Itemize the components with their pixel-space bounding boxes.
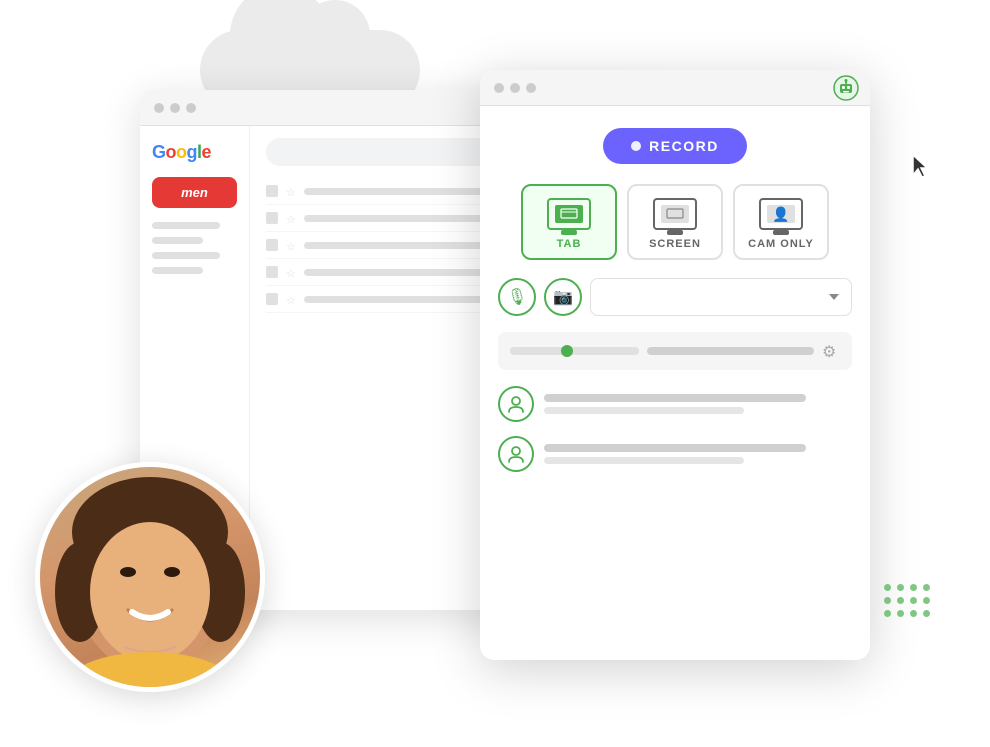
window-dot-1 bbox=[154, 103, 164, 113]
av-controls-row: 🎙 📷 bbox=[498, 278, 852, 316]
screen-screen bbox=[661, 205, 689, 223]
user-info-1 bbox=[544, 394, 852, 414]
progress-indicator bbox=[561, 345, 573, 357]
user-row-2 bbox=[498, 436, 852, 472]
dec-dot-8 bbox=[923, 597, 930, 604]
record-button-wrap: RECORD bbox=[498, 128, 852, 164]
user-detail-line-1 bbox=[544, 407, 744, 414]
email-star: ☆ bbox=[286, 267, 296, 277]
email-star: ☆ bbox=[286, 240, 296, 250]
robot-svg bbox=[832, 74, 860, 102]
mode-buttons-row: TAB SCREEN bbox=[498, 184, 852, 260]
popup-body: RECORD TAB bbox=[480, 106, 870, 488]
user-avatar-2 bbox=[498, 436, 534, 472]
window-dot-fg-2 bbox=[510, 83, 520, 93]
record-dot bbox=[631, 141, 641, 151]
progress-bar bbox=[510, 347, 639, 355]
dec-dot-11 bbox=[910, 610, 917, 617]
email-checkbox bbox=[266, 185, 278, 197]
cam-icon: 📷 bbox=[553, 287, 573, 307]
user-avatar-svg-2 bbox=[506, 444, 526, 464]
portrait-svg bbox=[40, 462, 260, 692]
extension-popup-browser: RECORD TAB bbox=[480, 70, 870, 660]
cam-mode-label: CAM ONLY bbox=[748, 238, 814, 250]
window-dot-fg-1 bbox=[494, 83, 504, 93]
user-row-1 bbox=[498, 386, 852, 422]
dec-dot-9 bbox=[884, 610, 891, 617]
robot-icon bbox=[832, 74, 860, 107]
compose-button[interactable]: men bbox=[152, 177, 237, 208]
dec-dot-3 bbox=[910, 584, 917, 591]
cursor-svg bbox=[913, 155, 933, 179]
user-avatar-svg-1 bbox=[506, 394, 526, 414]
dots-decoration bbox=[884, 584, 930, 617]
scene: Google men ☆ ☆ bbox=[0, 0, 990, 747]
screen-mode-label: SCREEN bbox=[649, 238, 701, 250]
email-checkbox bbox=[266, 266, 278, 278]
chevron-down-icon bbox=[829, 294, 839, 300]
progress-bar-2 bbox=[647, 347, 814, 355]
dec-dot-12 bbox=[923, 610, 930, 617]
sidebar-nav-line-2 bbox=[152, 237, 203, 244]
user-detail-line-2 bbox=[544, 457, 744, 464]
tab-screen bbox=[555, 205, 583, 223]
mode-screen-button[interactable]: SCREEN bbox=[627, 184, 723, 260]
dec-dot-7 bbox=[910, 597, 917, 604]
email-checkbox bbox=[266, 293, 278, 305]
progress-row: ⚙ bbox=[498, 332, 852, 370]
email-checkbox bbox=[266, 239, 278, 251]
email-checkbox bbox=[266, 212, 278, 224]
mode-tab-button[interactable]: TAB bbox=[521, 184, 617, 260]
tab-monitor-icon bbox=[547, 198, 591, 230]
email-star: ☆ bbox=[286, 213, 296, 223]
cam-screen: 👤 bbox=[767, 205, 795, 223]
tab-mode-label: TAB bbox=[557, 238, 582, 250]
dec-dot-1 bbox=[884, 584, 891, 591]
cam-monitor-icon: 👤 bbox=[759, 198, 803, 230]
user-list bbox=[498, 386, 852, 472]
google-logo: Google bbox=[152, 142, 237, 163]
portrait-image bbox=[40, 467, 260, 687]
window-dot-3 bbox=[186, 103, 196, 113]
window-dot-fg-3 bbox=[526, 83, 536, 93]
record-label: RECORD bbox=[649, 138, 719, 154]
cam-person-icon: 👤 bbox=[772, 206, 789, 223]
dec-dot-6 bbox=[897, 597, 904, 604]
dec-dot-10 bbox=[897, 610, 904, 617]
sidebar-nav-line-4 bbox=[152, 267, 203, 274]
user-avatar-1 bbox=[498, 386, 534, 422]
screen-icon-svg bbox=[666, 208, 684, 220]
dec-dot-5 bbox=[884, 597, 891, 604]
email-star: ☆ bbox=[286, 294, 296, 304]
gear-icon[interactable]: ⚙ bbox=[822, 342, 840, 360]
record-button[interactable]: RECORD bbox=[603, 128, 747, 164]
mode-cam-button[interactable]: 👤 CAM ONLY bbox=[733, 184, 829, 260]
dec-dot-2 bbox=[897, 584, 904, 591]
tab-icon-svg bbox=[560, 208, 578, 220]
user-name-line-2 bbox=[544, 444, 806, 452]
cam-button[interactable]: 📷 bbox=[544, 278, 582, 316]
mouse-cursor bbox=[913, 155, 933, 184]
screen-monitor-icon bbox=[653, 198, 697, 230]
mic-icon: 🎙 bbox=[507, 287, 527, 307]
email-star: ☆ bbox=[286, 186, 296, 196]
mic-button[interactable]: 🎙 bbox=[498, 278, 536, 316]
user-info-2 bbox=[544, 444, 852, 464]
sidebar-nav-line-3 bbox=[152, 252, 220, 259]
fg-browser-titlebar bbox=[480, 70, 870, 106]
portrait-photo bbox=[35, 462, 265, 692]
sidebar-nav-line-1 bbox=[152, 222, 220, 229]
camera-select-dropdown[interactable] bbox=[590, 278, 852, 316]
window-dot-2 bbox=[170, 103, 180, 113]
user-name-line-1 bbox=[544, 394, 806, 402]
dec-dot-4 bbox=[923, 584, 930, 591]
